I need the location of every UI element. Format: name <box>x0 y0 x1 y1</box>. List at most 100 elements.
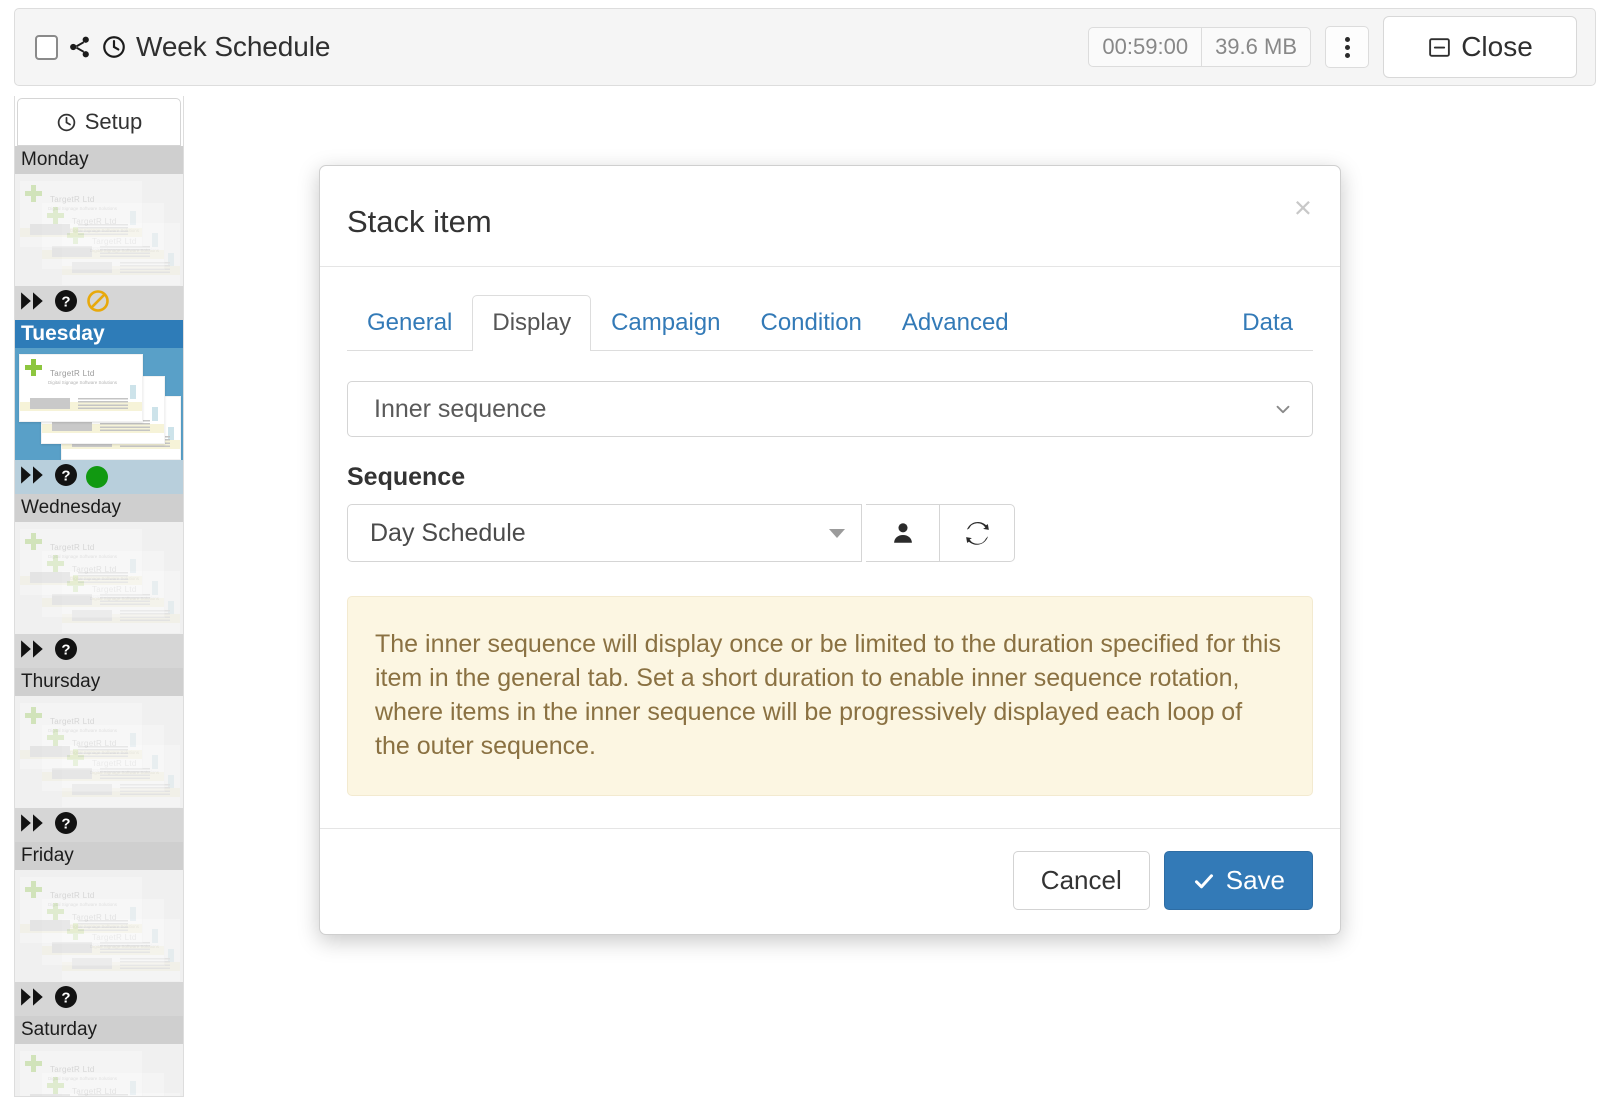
day-label[interactable]: Monday <box>15 146 183 174</box>
memory-badge: 39.6 MB <box>1201 28 1310 66</box>
cancel-button[interactable]: Cancel <box>1012 851 1150 910</box>
preview-text-lines <box>78 572 128 583</box>
preview-tagline: Digital Signage Software Solutions <box>48 554 118 559</box>
caret-down-icon <box>828 528 845 538</box>
sidebar-day-thursday[interactable]: Thursday TargetR Ltd Digital Signage Softw… <box>15 668 183 842</box>
select-checkbox[interactable] <box>35 34 58 60</box>
brand-logo-icon <box>25 359 42 376</box>
preview-chip <box>152 581 158 595</box>
fast-forward-icon[interactable] <box>20 813 46 838</box>
save-button-label: Save <box>1225 865 1285 895</box>
preview-chip <box>130 733 136 747</box>
day-thumbnail[interactable]: TargetR Ltd Digital Signage Software Solu… <box>15 348 183 460</box>
toolbar-right-group: 00:59:00 39.6 MB Close <box>1088 16 1577 78</box>
clock-icon <box>56 112 77 133</box>
preview-tagline: Digital Signage Software Solutions <box>48 380 118 385</box>
minus-square-icon <box>1427 35 1452 60</box>
fast-forward-icon[interactable] <box>20 291 46 316</box>
question-circle-icon[interactable]: ? <box>54 985 78 1014</box>
sidebar-day-saturday[interactable]: Saturday TargetR Ltd Digital Signage Softw… <box>15 1016 183 1096</box>
preview-chip <box>152 233 158 247</box>
toolbar: Week Schedule 00:59:00 39.6 MB Close <box>14 8 1596 86</box>
dialog-title: Stack item <box>347 204 492 239</box>
tab-data[interactable]: Data <box>1222 295 1313 351</box>
app-root: Week Schedule 00:59:00 39.6 MB Close Set… <box>0 0 1610 1097</box>
day-icon-row: ? <box>15 808 183 842</box>
tab-condition[interactable]: Condition <box>741 295 882 351</box>
svg-text:?: ? <box>61 989 70 1006</box>
day-thumbnail[interactable]: TargetR Ltd Digital Signage Software Solu… <box>15 870 183 982</box>
duration-badge: 00:59:00 <box>1102 34 1189 59</box>
close-icon[interactable]: × <box>1290 188 1316 227</box>
sidebar: Setup Monday TargetR Ltd Digital Signage S… <box>14 96 184 1097</box>
day-label[interactable]: Thursday <box>15 668 183 696</box>
item-type-select[interactable]: Inner sequence <box>347 381 1313 437</box>
preview-brand: TargetR Ltd <box>50 543 95 552</box>
clock-icon[interactable] <box>101 34 127 60</box>
preview-text-lines <box>78 224 128 235</box>
dialog-tabs: General Display Campaign Condition Advanced D… <box>347 295 1313 351</box>
preview-brand: TargetR Ltd <box>50 717 95 726</box>
question-circle-icon[interactable]: ? <box>54 463 78 492</box>
brand-logo-icon <box>25 1055 42 1072</box>
day-thumbnail[interactable]: TargetR Ltd Digital Signage Software Solu… <box>15 1044 183 1096</box>
preview-chip <box>152 407 158 421</box>
toolbar-left-group: Week Schedule <box>35 31 330 63</box>
sidebar-day-friday[interactable]: Friday TargetR Ltd Digital Signage Softwar… <box>15 842 183 1016</box>
preview-chip <box>152 929 158 943</box>
fast-forward-icon[interactable] <box>20 639 46 664</box>
day-label[interactable]: Tuesday <box>15 320 183 348</box>
day-label[interactable]: Saturday <box>15 1016 183 1044</box>
sidebar-day-wednesday[interactable]: Wednesday TargetR Ltd Digital Signage Soft… <box>15 494 183 668</box>
question-circle-icon[interactable]: ? <box>54 289 78 318</box>
preview-image-block <box>30 224 70 235</box>
select-user-button[interactable] <box>865 504 941 562</box>
preview-tagline: Digital Signage Software Solutions <box>48 902 118 907</box>
sequence-label: Sequence <box>347 463 466 491</box>
preview-brand: TargetR Ltd <box>50 195 95 204</box>
fast-forward-icon[interactable] <box>20 465 46 490</box>
tab-general[interactable]: General <box>347 295 472 351</box>
day-thumbnail[interactable]: TargetR Ltd Digital Signage Software Solu… <box>15 522 183 634</box>
refresh-sequence-button[interactable] <box>940 504 1015 562</box>
tab-advanced[interactable]: Advanced <box>882 295 1029 351</box>
share-nodes-icon[interactable] <box>67 34 92 60</box>
user-icon <box>890 520 916 546</box>
page-title: Week Schedule <box>136 31 331 62</box>
close-button-label: Close <box>1461 31 1533 62</box>
question-circle-icon[interactable]: ? <box>54 811 78 840</box>
preview-chip <box>130 211 136 225</box>
svg-text:?: ? <box>61 467 70 484</box>
preview-text-lines <box>78 746 128 757</box>
svg-text:?: ? <box>61 293 70 310</box>
preview-image-block <box>30 572 70 583</box>
day-label[interactable]: Friday <box>15 842 183 870</box>
day-icon-row: ? <box>15 286 183 320</box>
day-thumbnail[interactable]: TargetR Ltd Digital Signage Software Solu… <box>15 174 183 286</box>
sidebar-tab-setup[interactable]: Setup <box>17 98 181 146</box>
preview-card: TargetR Ltd Digital Signage Software Solu… <box>19 180 143 248</box>
sequence-select[interactable]: Day Schedule <box>347 504 862 562</box>
sidebar-day-tuesday[interactable]: Tuesday TargetR Ltd Digital Signage Softwa… <box>15 320 183 494</box>
tab-campaign[interactable]: Campaign <box>591 295 740 351</box>
question-circle-icon[interactable]: ? <box>54 637 78 666</box>
close-button[interactable]: Close <box>1383 16 1577 78</box>
tab-display[interactable]: Display <box>472 295 592 351</box>
item-type-select-value: Inner sequence <box>374 394 547 423</box>
ban-icon <box>86 289 110 318</box>
day-label[interactable]: Wednesday <box>15 494 183 522</box>
dialog-header: Stack item × <box>320 166 1340 267</box>
sidebar-day-monday[interactable]: Monday TargetR Ltd Digital Signage Softwar… <box>15 146 183 320</box>
more-options-button[interactable] <box>1325 26 1369 68</box>
fast-forward-icon[interactable] <box>20 987 46 1012</box>
preview-tagline: Digital Signage Software Solutions <box>48 206 118 211</box>
dialog-footer: Cancel Save <box>320 828 1340 934</box>
preview-tagline: Digital Signage Software Solutions <box>48 728 118 733</box>
preview-brand: TargetR Ltd <box>50 369 95 378</box>
day-thumbnail[interactable]: TargetR Ltd Digital Signage Software Solu… <box>15 696 183 808</box>
cancel-button-label: Cancel <box>1040 865 1122 895</box>
save-button[interactable]: Save <box>1163 851 1313 910</box>
check-icon <box>1192 869 1216 893</box>
day-icon-row: ? <box>15 460 183 494</box>
status-circle-icon <box>86 466 108 488</box>
